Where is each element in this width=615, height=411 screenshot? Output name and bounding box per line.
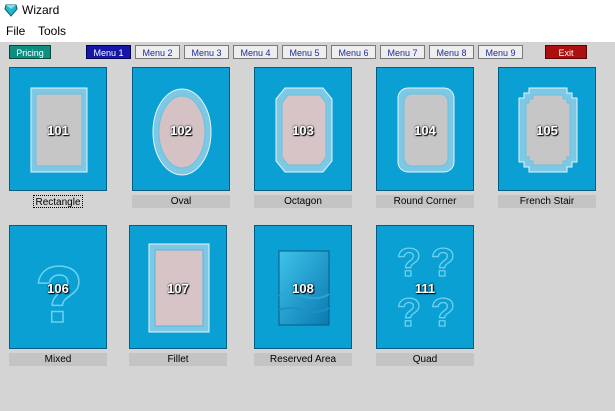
tile-number: 107: [167, 281, 189, 296]
title-bar: Wizard: [0, 0, 615, 22]
tile-label: French Stair: [498, 195, 596, 208]
tile-label: Fillet: [129, 353, 227, 366]
tile-card[interactable]: 102: [132, 67, 230, 191]
tile-label: Round Corner: [376, 195, 474, 208]
menu-2-button[interactable]: Menu 2: [135, 45, 180, 59]
menu-file[interactable]: File: [6, 24, 25, 38]
svg-text:?: ?: [431, 291, 455, 335]
tile-card[interactable]: 105: [498, 67, 596, 191]
tile-label: Mixed: [9, 353, 107, 366]
tile-label: Rectangle: [33, 195, 83, 208]
menu-8-button[interactable]: Menu 8: [429, 45, 474, 59]
menu-9-button[interactable]: Menu 9: [478, 45, 523, 59]
menu-bar: File Tools: [0, 22, 615, 42]
svg-text:?: ?: [397, 291, 421, 335]
svg-text:?: ?: [431, 241, 455, 285]
tile-label: Octagon: [254, 195, 352, 208]
tile-card[interactable]: 107: [129, 225, 227, 349]
tile-label: Quad: [376, 353, 474, 366]
tile-label: Oval: [132, 195, 230, 208]
tile-number: 104: [414, 123, 436, 138]
tile-card[interactable]: 101: [9, 67, 107, 191]
tile-number: 103: [292, 123, 314, 138]
tile-number: 108: [292, 281, 314, 296]
window-title: Wizard: [22, 3, 60, 17]
app-gem-icon: [4, 4, 18, 17]
tile-number: 101: [47, 123, 69, 138]
tile-card[interactable]: 104: [376, 67, 474, 191]
tile-number: 106: [47, 281, 69, 296]
svg-text:?: ?: [397, 241, 421, 285]
pricing-button[interactable]: Pricing: [9, 45, 51, 59]
tile-number: 111: [414, 281, 436, 296]
tile-number: 105: [536, 123, 558, 138]
exit-button[interactable]: Exit: [545, 45, 587, 59]
tile-card[interactable]: 108: [254, 225, 352, 349]
tile-card[interactable]: 103: [254, 67, 352, 191]
menu-1-button[interactable]: Menu 1: [86, 45, 131, 59]
menu-4-button[interactable]: Menu 4: [233, 45, 278, 59]
tile-label: Reserved Area: [254, 353, 352, 366]
menu-7-button[interactable]: Menu 7: [380, 45, 425, 59]
menu-6-button[interactable]: Menu 6: [331, 45, 376, 59]
menu-3-button[interactable]: Menu 3: [184, 45, 229, 59]
tile-number: 102: [170, 123, 192, 138]
tile-card[interactable]: ? ? ? ? 111: [376, 225, 474, 349]
tile-card[interactable]: ? 106: [9, 225, 107, 349]
menu-tools[interactable]: Tools: [38, 24, 66, 38]
menu-5-button[interactable]: Menu 5: [282, 45, 327, 59]
